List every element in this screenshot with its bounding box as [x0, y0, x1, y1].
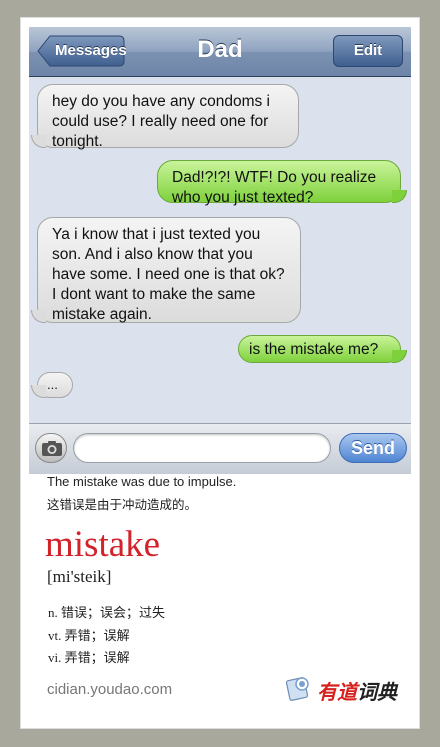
camera-icon: [42, 441, 62, 456]
example-sentence-chinese: 这错误是由于冲动造成的。: [47, 498, 198, 512]
definition-intransitive-verb: vi. 弄错；误解: [48, 650, 130, 665]
message-input[interactable]: [73, 433, 331, 463]
dictionary-book-icon: [285, 677, 309, 701]
youdao-logo: 有道词典: [285, 672, 405, 704]
example-sentence-english: The mistake was due to impulse.: [47, 474, 237, 489]
headword: mistake: [45, 524, 161, 565]
phonetic-transcription: [mi'steik]: [47, 567, 112, 586]
definition-noun: n. 错误；误会；过失: [48, 605, 166, 620]
message-bubble-sent-2: is the mistake me?: [238, 335, 407, 363]
logo-brand: 有道: [317, 682, 357, 704]
compose-bar: Send: [29, 423, 411, 474]
site-url: cidian.youdao.com: [47, 681, 173, 698]
logo-wordmark: 有道词典: [317, 676, 397, 705]
typing-indicator-bubble: ...: [31, 372, 73, 398]
definition-transitive-verb: vt. 弄错；误解: [48, 628, 130, 643]
send-button[interactable]: Send: [339, 433, 407, 463]
message-bubble-received-2: Ya i know that i just texted you son. An…: [31, 217, 301, 323]
logo-product: 词典: [357, 682, 397, 704]
dictionary-card: Messages Dad Edit hey do you have any co…: [20, 17, 420, 729]
edit-button[interactable]: Edit: [333, 35, 403, 67]
message-bubble-sent-1: Dad!?!?! WTF! Do you realize who you jus…: [157, 160, 407, 206]
imessage-screenshot: Messages Dad Edit hey do you have any co…: [29, 27, 411, 474]
camera-button[interactable]: [35, 433, 67, 463]
message-bubble-received-1: hey do you have any condoms i could use?…: [31, 84, 299, 150]
nav-bar: Messages Dad Edit: [29, 27, 411, 77]
